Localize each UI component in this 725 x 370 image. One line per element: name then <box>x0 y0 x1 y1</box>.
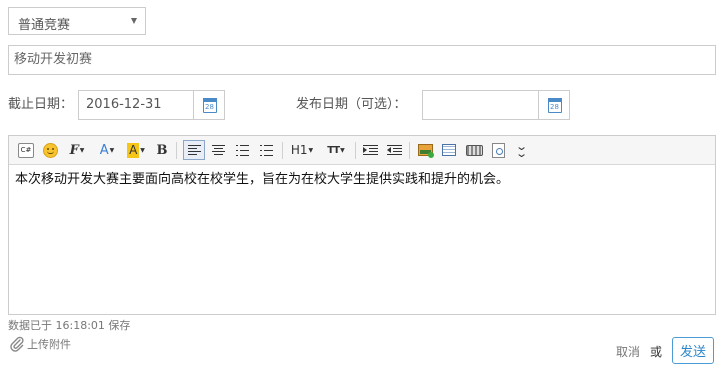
heading-button[interactable]: H1 ▼ <box>289 140 315 160</box>
preview-button[interactable] <box>489 140 507 160</box>
outdent-button[interactable] <box>385 140 403 160</box>
ordered-list-icon <box>235 144 249 156</box>
send-button[interactable]: 发送 <box>672 337 714 364</box>
rich-text-editor: C# F ▼ A ▼ A ▼ B H1 ▼ TT ▼ ⌄ ⌄ 本次移动开发大赛主… <box>8 135 716 315</box>
video-icon <box>465 144 483 156</box>
editor-toolbar: C# F ▼ A ▼ A ▼ B H1 ▼ TT ▼ ⌄ ⌄ <box>9 136 715 165</box>
deadline-calendar-button[interactable]: 28 <box>193 90 225 120</box>
chevron-down-icon: ▼ <box>109 146 115 154</box>
more-tools-button[interactable]: ⌄ ⌄ <box>513 140 531 160</box>
category-select[interactable]: 普通竞赛 <box>8 7 146 35</box>
image-icon <box>417 144 434 158</box>
paperclip-icon <box>10 336 24 352</box>
deadline-input[interactable]: 2016-12-31 <box>78 90 194 120</box>
chevron-down-icon: ▼ <box>140 146 145 154</box>
font-family-button[interactable]: F ▼ <box>65 140 89 160</box>
smiley-icon <box>42 142 58 158</box>
insert-image-button[interactable] <box>416 140 434 160</box>
heading-icon: H1 <box>290 143 308 157</box>
editor-content[interactable]: 本次移动开发大赛主要面向高校在校学生，旨在为在校大学生提供实践和提升的机会。 <box>15 172 509 188</box>
toolbar-divider <box>355 142 356 159</box>
chevron-down-icon: ▼ <box>340 146 345 154</box>
emoji-button[interactable] <box>41 140 59 160</box>
toolbar-divider <box>409 142 410 159</box>
indent-button[interactable] <box>361 140 379 160</box>
toolbar-divider <box>176 142 177 159</box>
font-color-button[interactable]: A ▼ <box>95 140 119 160</box>
font-size-button[interactable]: TT ▼ <box>323 140 349 160</box>
font-family-icon: F <box>69 142 79 158</box>
or-text: 或 <box>650 345 663 359</box>
toolbar-divider <box>282 142 283 159</box>
align-center-icon <box>211 144 225 156</box>
ordered-list-button[interactable] <box>233 140 251 160</box>
insert-table-button[interactable] <box>440 140 458 160</box>
highlight-color-button[interactable]: A ▼ <box>123 140 149 160</box>
preview-icon <box>491 142 505 158</box>
double-chevron-down-icon: ⌄ ⌄ <box>515 140 529 160</box>
publish-date-calendar-button[interactable]: 28 <box>538 90 570 120</box>
insert-video-button[interactable] <box>464 140 484 160</box>
send-button-label: 发送 <box>679 345 706 360</box>
autosave-status: 数据已于 16:18:01 保存 <box>8 319 131 332</box>
bullet-list-icon <box>259 144 273 156</box>
chevron-down-icon: ▼ <box>308 146 314 154</box>
upload-attachment-label: 上传附件 <box>27 338 71 351</box>
bold-icon: B <box>156 142 168 158</box>
bullet-list-button[interactable] <box>257 140 275 160</box>
chevron-down-icon: ▼ <box>79 146 85 154</box>
outdent-icon <box>386 144 402 156</box>
calendar-icon: 28 <box>203 98 217 113</box>
upload-attachment-button[interactable]: 上传附件 <box>10 336 71 352</box>
table-icon <box>442 144 456 156</box>
insert-code-button[interactable]: C# <box>17 140 35 160</box>
publish-date-input[interactable] <box>422 90 540 120</box>
title-input[interactable]: 移动开发初赛 <box>8 45 716 75</box>
font-size-icon: TT <box>327 144 340 156</box>
category-select-value: 普通竞赛 <box>18 18 71 33</box>
align-center-button[interactable] <box>209 140 227 160</box>
indent-icon <box>362 144 378 156</box>
bold-button[interactable]: B <box>153 140 171 160</box>
align-left-button[interactable] <box>183 140 205 160</box>
deadline-label: 截止日期： <box>8 97 74 112</box>
highlight-icon: A <box>127 142 140 158</box>
calendar-icon: 28 <box>548 98 562 113</box>
cancel-link[interactable]: 取消 <box>616 343 640 360</box>
chevron-down-icon <box>131 18 137 24</box>
align-left-icon <box>187 144 201 156</box>
title-input-value: 移动开发初赛 <box>14 52 93 67</box>
code-icon: C# <box>18 142 34 158</box>
font-color-icon: A <box>99 142 109 158</box>
publish-date-label: 发布日期（可选）： <box>296 97 407 112</box>
deadline-input-value: 2016-12-31 <box>86 97 162 112</box>
